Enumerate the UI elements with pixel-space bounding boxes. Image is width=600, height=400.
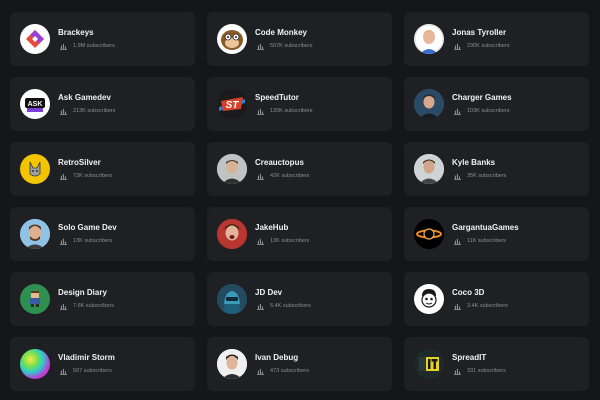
subscriber-count: 331 subscribers (467, 368, 506, 374)
bar-chart-icon (257, 303, 264, 310)
channel-name: RetroSilver (58, 158, 101, 167)
bar-chart-icon (60, 108, 67, 115)
retrosilver-logo-icon (20, 154, 50, 184)
channel-card-ask-gamedev[interactable]: ASK Ask Gamedev 213K subscribers (10, 77, 195, 131)
person-avatar-icon (217, 154, 247, 184)
channel-name: Jonas Tyroller (452, 28, 507, 37)
bar-chart-icon (454, 303, 461, 310)
channel-card-speedtutor[interactable]: ST SpeedTutor 130K subscribers (207, 77, 392, 131)
channel-card-jakehub[interactable]: JakeHub 13K subscribers (207, 207, 392, 261)
channel-name: Charger Games (452, 93, 512, 102)
subscriber-count: 11K subscribers (467, 238, 507, 244)
channel-name: Ask Gamedev (58, 93, 111, 102)
bar-chart-icon (454, 108, 461, 115)
channel-name: Brackeys (58, 28, 94, 37)
channel-card-spreadit[interactable]: SpreadIT 331 subscribers (404, 337, 589, 391)
subscriber-count: 597K subscribers (270, 43, 313, 49)
bar-chart-icon (257, 238, 264, 245)
channel-card-kyle-banks[interactable]: Kyle Banks 35K subscribers (404, 142, 589, 196)
subscriber-count: 7.6K subscribers (73, 303, 114, 309)
bar-chart-icon (454, 43, 461, 50)
bar-chart-icon (257, 173, 264, 180)
subscriber-count: 42K subscribers (270, 173, 310, 179)
channel-name: Ivan Debug (255, 353, 299, 362)
channel-card-charger-games[interactable]: Charger Games 103K subscribers (404, 77, 589, 131)
subscriber-count: 5.4K subscribers (270, 303, 311, 309)
channel-card-code-monkey[interactable]: Code Monkey 597K subscribers (207, 12, 392, 66)
brackeys-logo-icon (20, 24, 50, 54)
svg-text:ASK: ASK (28, 101, 43, 108)
channel-grid: Brackeys 1.9M subscribers Code Monkey 59… (10, 12, 589, 391)
subscriber-count: 473 subscribers (270, 368, 309, 374)
subscriber-count: 13K subscribers (270, 238, 310, 244)
channel-card-vladimir-storm[interactable]: Vladimir Storm 507 subscribers (10, 337, 195, 391)
channel-name: Vladimir Storm (58, 353, 115, 362)
bar-chart-icon (257, 108, 264, 115)
subscriber-count: 35K subscribers (467, 173, 507, 179)
subscriber-count: 507 subscribers (73, 368, 112, 374)
bar-chart-icon (454, 238, 461, 245)
bar-chart-icon (454, 173, 461, 180)
subscriber-count: 230K subscribers (467, 43, 510, 49)
bar-chart-icon (60, 238, 67, 245)
subscriber-count: 130K subscribers (270, 108, 313, 114)
channel-card-jd-dev[interactable]: JD Dev 5.4K subscribers (207, 272, 392, 326)
cartoon-face-icon (414, 284, 444, 314)
channel-name: SpreadIT (452, 353, 487, 362)
channel-card-creauctopus[interactable]: Creauctopus 42K subscribers (207, 142, 392, 196)
person-avatar-icon (414, 154, 444, 184)
speedtutor-logo-icon: ST (217, 89, 247, 119)
bar-chart-icon (454, 368, 461, 375)
subscriber-count: 73K subscribers (73, 173, 113, 179)
subscriber-count: 213K subscribers (73, 108, 116, 114)
channel-card-jonas-tyroller[interactable]: Jonas Tyroller 230K subscribers (404, 12, 589, 66)
channel-card-gargantuagames[interactable]: GargantuaGames 11K subscribers (404, 207, 589, 261)
channel-card-coco-3d[interactable]: Coco 3D 3.4K subscribers (404, 272, 589, 326)
bar-chart-icon (60, 368, 67, 375)
channel-card-brackeys[interactable]: Brackeys 1.9M subscribers (10, 12, 195, 66)
channel-name: Solo Game Dev (58, 223, 117, 232)
channel-name: Creauctopus (255, 158, 304, 167)
robot-avatar-icon (217, 284, 247, 314)
subscriber-count: 3.4K subscribers (467, 303, 508, 309)
ask-gamedev-logo-icon: ASK (20, 89, 50, 119)
spreadit-logo-icon (414, 349, 444, 379)
black-hole-logo-icon (414, 219, 444, 249)
person-avatar-icon (217, 219, 247, 249)
channel-name: JakeHub (255, 223, 289, 232)
channel-name: JD Dev (255, 288, 283, 297)
channel-name: GargantuaGames (452, 223, 519, 232)
channel-card-ivan-debug[interactable]: Ivan Debug 473 subscribers (207, 337, 392, 391)
channel-card-solo-game-dev[interactable]: Solo Game Dev 13K subscribers (10, 207, 195, 261)
channel-name: Code Monkey (255, 28, 308, 37)
bar-chart-icon (60, 43, 67, 50)
monkey-avatar-icon (217, 24, 247, 54)
pixel-character-icon (20, 284, 50, 314)
person-avatar-icon (20, 219, 50, 249)
channel-name: Design Diary (58, 288, 107, 297)
channel-card-design-diary[interactable]: Design Diary 7.6K subscribers (10, 272, 195, 326)
bar-chart-icon (60, 303, 67, 310)
channel-name: Coco 3D (452, 288, 485, 297)
bar-chart-icon (60, 173, 67, 180)
bar-chart-icon (257, 43, 264, 50)
subscriber-count: 103K subscribers (467, 108, 510, 114)
subscriber-count: 1.9M subscribers (73, 43, 115, 49)
channel-name: SpeedTutor (255, 93, 299, 102)
gradient-orb-icon (20, 349, 50, 379)
person-avatar-icon (414, 24, 444, 54)
person-avatar-icon (414, 89, 444, 119)
channel-card-retrosilver[interactable]: RetroSilver 73K subscribers (10, 142, 195, 196)
subscriber-count: 13K subscribers (73, 238, 113, 244)
channel-list-page: Brackeys 1.9M subscribers Code Monkey 59… (0, 0, 600, 400)
bar-chart-icon (257, 368, 264, 375)
person-avatar-icon (217, 349, 247, 379)
channel-name: Kyle Banks (452, 158, 496, 167)
svg-text:ST: ST (226, 100, 240, 111)
